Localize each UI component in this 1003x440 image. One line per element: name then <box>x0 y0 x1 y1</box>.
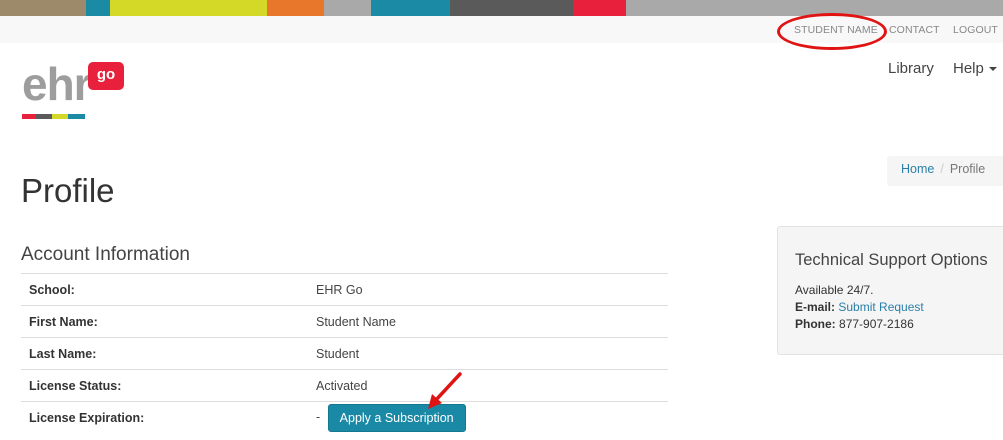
student-name-link[interactable]: STUDENT NAME <box>794 24 878 36</box>
phone-value: 877-907-2186 <box>839 317 914 331</box>
row-value: EHR Go <box>308 273 668 306</box>
caret-down-icon <box>988 67 997 72</box>
top-color-strip <box>0 0 1003 16</box>
strip-segment <box>267 0 324 16</box>
strip-segment <box>110 0 267 16</box>
breadcrumb-home[interactable]: Home <box>901 162 934 176</box>
strip-segment <box>371 0 450 16</box>
row-label: First Name: <box>21 305 308 338</box>
table-row: School: EHR Go <box>21 273 668 306</box>
row-value: - Apply a Subscription <box>308 401 668 434</box>
table-row: Last Name: Student <box>21 337 668 370</box>
support-title: Technical Support Options <box>795 251 988 269</box>
logo-bar <box>68 114 85 119</box>
nav-help-label: Help <box>953 60 984 77</box>
strip-segment <box>626 0 1003 16</box>
apply-subscription-button[interactable]: Apply a Subscription <box>327 403 466 432</box>
logout-link[interactable]: LOGOUT <box>953 24 998 36</box>
submit-request-link[interactable]: Submit Request <box>838 300 923 314</box>
table-row: License Expiration: - Apply a Subscripti… <box>21 401 668 434</box>
table-row: License Status: Activated <box>21 369 668 402</box>
support-phone: Phone: 877-907-2186 <box>795 316 1003 333</box>
ehrgo-logo[interactable]: ehr go <box>22 58 132 122</box>
nav-library[interactable]: Library <box>888 60 934 77</box>
strip-segment <box>86 0 110 16</box>
support-email: E-mail: Submit Request <box>795 299 1003 316</box>
technical-support-panel: Technical Support Options Available 24/7… <box>777 226 1003 355</box>
strip-segment <box>573 0 626 16</box>
logo-bar <box>22 114 36 119</box>
breadcrumb-current: Profile <box>949 162 986 176</box>
row-label: School: <box>21 273 308 306</box>
page-title: Profile <box>21 172 115 209</box>
license-expiration-value: - <box>316 410 321 425</box>
strip-segment <box>450 0 573 16</box>
support-availability: Available 24/7. <box>795 283 874 297</box>
utility-nav: STUDENT NAME CONTACT LOGOUT <box>0 16 1003 43</box>
nav-help-dropdown[interactable]: Help <box>953 60 997 77</box>
row-label: License Status: <box>21 369 308 402</box>
strip-segment <box>0 0 86 16</box>
strip-segment <box>324 0 371 16</box>
logo-bar <box>52 114 68 119</box>
profile-page: STUDENT NAME CONTACT LOGOUT ehr go Libra… <box>0 0 1003 440</box>
breadcrumb: Home / Profile <box>887 156 1003 186</box>
contact-link[interactable]: CONTACT <box>889 24 940 36</box>
email-label: E-mail: <box>795 300 836 314</box>
logo-bar <box>36 114 52 119</box>
logo-badge: go <box>88 62 124 90</box>
account-section-title: Account Information <box>21 244 190 265</box>
row-value: Activated <box>308 369 668 402</box>
row-label: Last Name: <box>21 337 308 370</box>
row-value: Student <box>308 337 668 370</box>
row-label: License Expiration: <box>21 401 308 434</box>
breadcrumb-separator: / <box>940 162 944 176</box>
phone-label: Phone: <box>795 317 836 331</box>
logo-text: ehr <box>22 58 92 110</box>
logo-color-bars <box>22 114 85 119</box>
row-value: Student Name <box>308 305 668 338</box>
account-info-table: School: EHR Go First Name: Student Name … <box>21 273 668 434</box>
table-row: First Name: Student Name <box>21 305 668 338</box>
